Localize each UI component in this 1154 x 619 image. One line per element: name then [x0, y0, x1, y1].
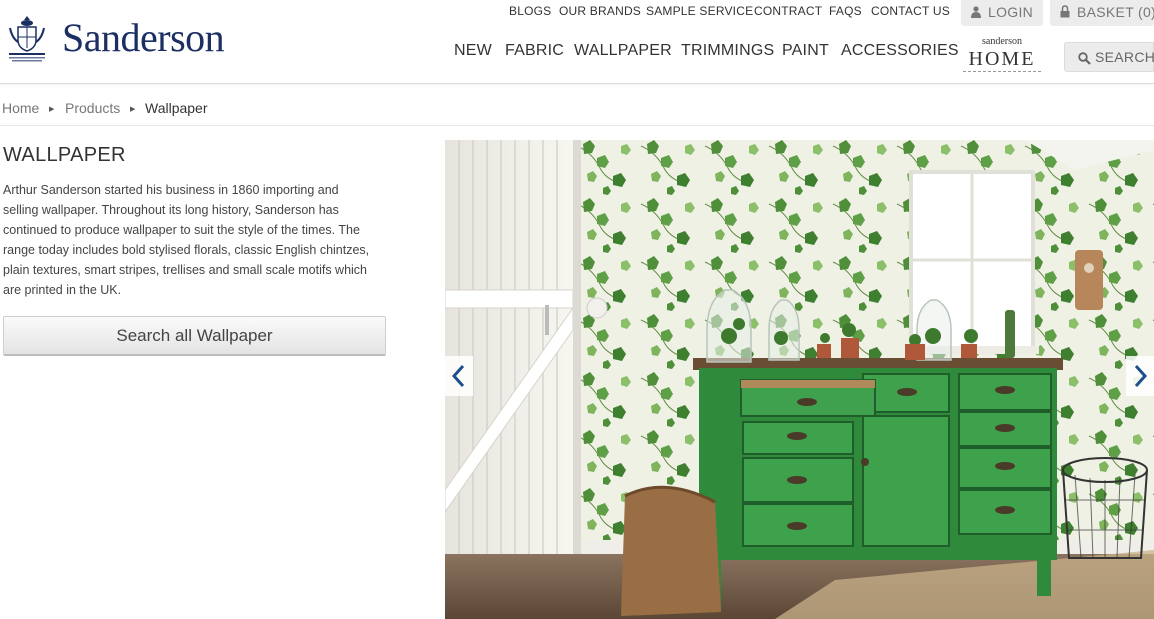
page-description: Arthur Sanderson started his business in…	[3, 180, 391, 300]
description-line: range today includes bold stylised flora…	[3, 243, 370, 257]
breadcrumb-home[interactable]: Home	[2, 100, 39, 116]
divider	[0, 125, 1154, 126]
magnifier-icon	[1078, 52, 1091, 65]
page-title: WALLPAPER	[3, 144, 126, 166]
nav-new[interactable]: NEW	[454, 42, 492, 60]
search-all-wallpaper-button[interactable]: Search all Wallpaper	[3, 316, 386, 356]
breadcrumb-separator-icon: ▶	[130, 106, 136, 113]
sanderson-home-link[interactable]: sanderson HOME	[963, 36, 1041, 74]
description-line: are printed in the UK.	[3, 283, 122, 297]
hero-image	[445, 140, 1154, 619]
description-line: plain textures, smart stripes, trellises…	[3, 263, 368, 277]
search-label: SEARCH	[1095, 49, 1154, 65]
carousel-prev-button[interactable]	[445, 356, 473, 396]
breadcrumb-current: Wallpaper	[145, 100, 208, 116]
breadcrumb-separator-icon: ▶	[49, 106, 55, 113]
chevron-left-icon	[451, 364, 465, 388]
breadcrumb: Home ▶ Products ▶ Wallpaper	[2, 100, 302, 118]
home-brand-big: HOME	[963, 48, 1041, 72]
home-brand-small: sanderson	[982, 36, 1022, 47]
description-line: selling wallpaper. Throughout its long h…	[3, 203, 339, 217]
description-line: continued to produce wallpaper to suit t…	[3, 223, 360, 237]
nav-accessories[interactable]: ACCESSORIES	[841, 42, 959, 60]
nav-fabric[interactable]: FABRIC	[505, 42, 564, 60]
nav-wallpaper[interactable]: WALLPAPER	[574, 42, 672, 60]
nav-trimmings[interactable]: TRIMMINGS	[681, 42, 774, 60]
breadcrumb-products[interactable]: Products	[65, 100, 120, 116]
search-button[interactable]: SEARCH	[1064, 42, 1154, 72]
chevron-right-icon	[1134, 364, 1148, 388]
carousel-next-button[interactable]	[1126, 356, 1154, 396]
description-line: Arthur Sanderson started his business in…	[3, 183, 339, 197]
site-header: Sanderson BLOGS OUR BRANDS SAMPLE SERVIC…	[0, 0, 1154, 84]
nav-paint[interactable]: PAINT	[782, 42, 829, 60]
hero-carousel	[445, 140, 1154, 619]
